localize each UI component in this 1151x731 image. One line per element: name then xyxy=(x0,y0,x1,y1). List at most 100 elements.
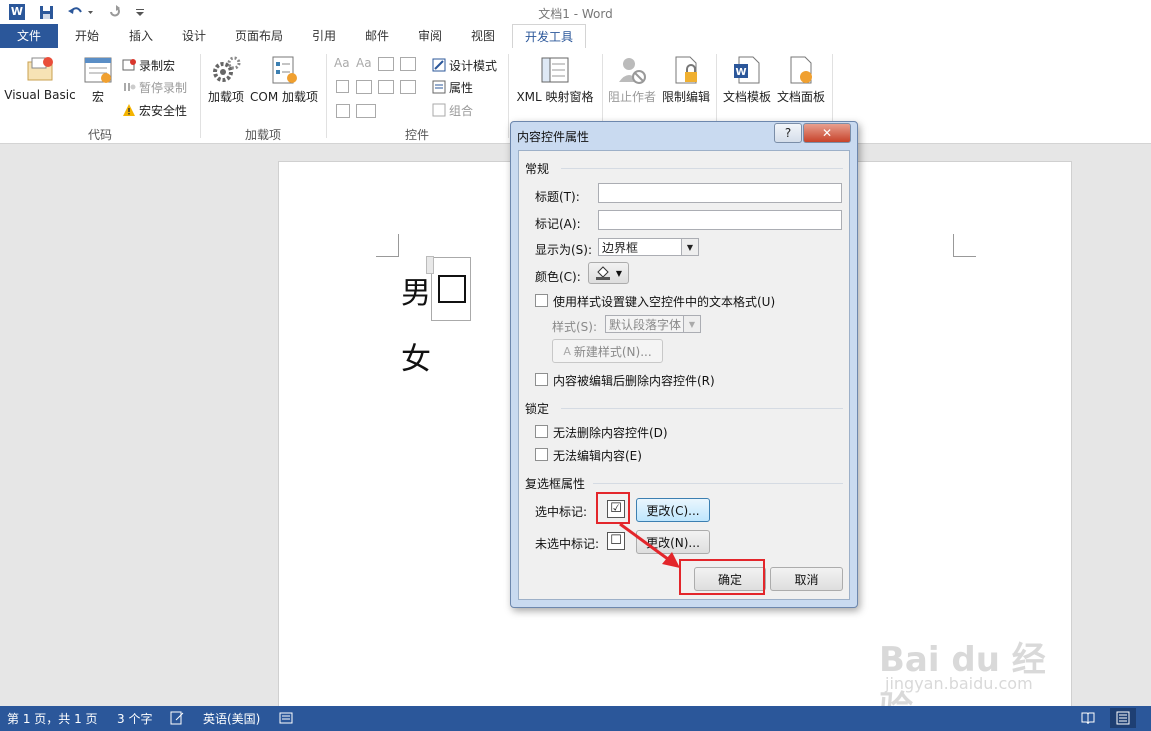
pause-recording-button[interactable]: 暂停录制 xyxy=(122,78,187,96)
chevron-down-icon: ▼ xyxy=(681,239,698,255)
tab-review[interactable]: 审阅 xyxy=(407,24,453,48)
combo-box-control-icon[interactable] xyxy=(356,80,372,94)
close-button[interactable]: ✕ xyxy=(803,123,851,143)
warning-icon xyxy=(122,103,136,117)
document-panel-icon xyxy=(785,54,817,86)
tab-references[interactable]: 引用 xyxy=(301,24,347,48)
help-button[interactable]: ? xyxy=(774,123,802,143)
word-template-icon: W xyxy=(731,54,763,86)
document-checkbox-icon[interactable] xyxy=(438,275,466,303)
checkbox-content-control[interactable] xyxy=(426,256,471,321)
arrow-icon xyxy=(619,522,680,568)
no-edit-checkbox[interactable] xyxy=(535,448,548,461)
macros-button[interactable]: 宏 xyxy=(80,54,116,105)
tab-developer[interactable]: 开发工具 xyxy=(512,24,586,50)
dialog-title: 内容控件属性 xyxy=(517,130,590,144)
word-count[interactable]: 3 个字 xyxy=(117,710,152,727)
tab-home[interactable]: 开始 xyxy=(64,24,110,48)
style-select[interactable]: 默认段落字体 ▼ xyxy=(605,315,701,333)
tab-page-layout[interactable]: 页面布局 xyxy=(226,24,292,48)
picture-control-icon[interactable] xyxy=(378,57,394,71)
controls-gallery: Aa Aa xyxy=(334,56,420,122)
ribbon-separator xyxy=(508,54,509,138)
title-input[interactable] xyxy=(598,183,842,203)
group-button[interactable]: 组合 xyxy=(432,101,473,119)
record-macro-button[interactable]: 录制宏 xyxy=(122,56,175,74)
change-checked-symbol-button[interactable]: 更改(C)... xyxy=(636,498,710,522)
group-icon xyxy=(432,103,446,117)
com-addins-button[interactable]: COM 加载项 xyxy=(248,54,320,105)
record-macro-icon xyxy=(122,58,136,72)
status-bar: 第 1 页，共 1 页 3 个字 英语(美国) xyxy=(0,706,1151,731)
section-general-header: 常规 xyxy=(525,162,550,176)
visual-basic-icon xyxy=(24,54,56,86)
remove-control-checkbox[interactable] xyxy=(535,373,548,386)
style-label: 样式(S): xyxy=(552,320,598,334)
no-edit-label: 无法编辑内容(E) xyxy=(553,449,642,463)
gear-icon xyxy=(210,54,242,86)
com-addins-icon xyxy=(268,54,300,86)
macro-record-icon[interactable] xyxy=(279,711,293,728)
repeating-section-icon[interactable] xyxy=(356,104,376,118)
document-template-button[interactable]: W 文档模板 xyxy=(720,54,774,105)
highlight-box-ok-button xyxy=(679,559,765,595)
paint-bucket-icon xyxy=(595,264,613,283)
new-style-button[interactable]: A 新建样式(N)... xyxy=(552,339,663,363)
properties-button[interactable]: 属性 xyxy=(432,78,473,96)
baidu-watermark-url: jingyan.baidu.com xyxy=(885,674,1033,693)
addins-button[interactable]: 加载项 xyxy=(206,54,246,105)
title-label: 标题(T): xyxy=(535,190,580,204)
chevron-down-icon: ▼ xyxy=(683,316,700,332)
visual-basic-button[interactable]: Visual Basic xyxy=(4,54,76,102)
dropdown-control-icon[interactable] xyxy=(378,80,394,94)
no-delete-label: 无法删除内容控件(D) xyxy=(553,426,668,440)
tab-insert[interactable]: 插入 xyxy=(118,24,164,48)
cancel-button[interactable]: 取消 xyxy=(770,567,843,591)
remove-control-label: 内容被编辑后删除内容控件(R) xyxy=(553,374,715,388)
tab-mailings[interactable]: 邮件 xyxy=(354,24,400,48)
ribbon-tabs: 文件 开始 插入 设计 页面布局 引用 邮件 审阅 视图 开发工具 xyxy=(0,24,1151,50)
tab-file[interactable]: 文件 xyxy=(0,24,58,48)
read-mode-icon[interactable] xyxy=(1081,711,1095,728)
checkbox-control-icon[interactable] xyxy=(336,80,349,93)
building-block-control-icon[interactable] xyxy=(336,104,350,118)
section-checkbox-props-header: 复选框属性 xyxy=(525,477,586,491)
tab-design[interactable]: 设计 xyxy=(171,24,217,48)
chevron-down-icon: ▼ xyxy=(615,268,623,278)
margin-mark xyxy=(376,234,399,257)
document-text-female: 女 xyxy=(401,342,431,377)
legacy-tools-icon[interactable] xyxy=(400,57,416,71)
content-control-properties-dialog: 内容控件属性 ? ✕ 常规 标题(T): 标记(A): 显示为(S): 边界框 … xyxy=(510,121,858,608)
restrict-editing-button[interactable]: 限制编辑 xyxy=(660,54,712,105)
no-delete-checkbox[interactable] xyxy=(535,425,548,438)
color-picker-button[interactable]: ▼ xyxy=(588,262,629,284)
section-locking-header: 锁定 xyxy=(525,402,550,416)
page-count[interactable]: 第 1 页，共 1 页 xyxy=(7,710,98,727)
proofing-icon[interactable] xyxy=(170,711,184,728)
design-mode-button[interactable]: 设计模式 xyxy=(432,56,497,74)
design-mode-icon xyxy=(432,58,446,72)
pause-icon xyxy=(122,80,136,94)
macros-icon xyxy=(82,54,114,86)
section-divider xyxy=(593,483,843,484)
show-as-label: 显示为(S): xyxy=(535,243,593,257)
group-label-controls: 控件 xyxy=(404,128,429,142)
tag-input[interactable] xyxy=(598,210,842,230)
use-style-checkbox[interactable] xyxy=(535,294,548,307)
block-authors-button[interactable]: 阻止作者 xyxy=(606,54,658,105)
tab-view[interactable]: 视图 xyxy=(460,24,506,48)
section-divider xyxy=(561,408,843,409)
macro-security-button[interactable]: 宏安全性 xyxy=(122,101,187,119)
svg-text:W: W xyxy=(735,67,746,78)
rich-text-control-icon[interactable]: Aa xyxy=(334,56,350,70)
dialog-body: 常规 标题(T): 标记(A): 显示为(S): 边界框 ▼ 颜色(C): ▼ … xyxy=(518,150,850,600)
document-panel-button[interactable]: 文档面板 xyxy=(774,54,828,105)
date-picker-control-icon[interactable] xyxy=(400,80,416,94)
language-indicator[interactable]: 英语(美国) xyxy=(203,710,260,727)
xml-mapping-pane-button[interactable]: XML 映射窗格 xyxy=(512,54,598,105)
print-layout-icon[interactable] xyxy=(1110,708,1136,728)
show-as-select[interactable]: 边界框 ▼ xyxy=(598,238,699,256)
plain-text-control-icon[interactable]: Aa xyxy=(356,56,372,70)
lock-document-icon xyxy=(670,54,702,86)
content-control-handle[interactable] xyxy=(426,256,434,274)
